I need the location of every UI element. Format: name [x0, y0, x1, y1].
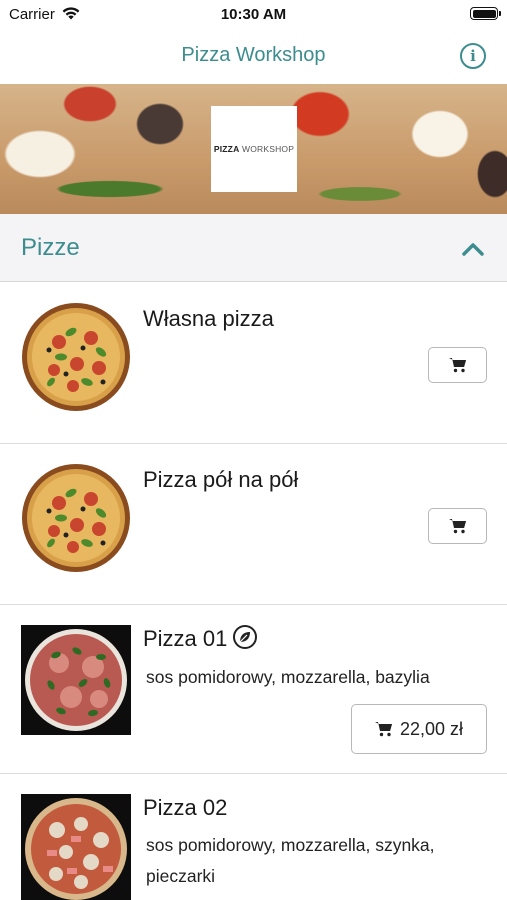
pizza-image — [21, 794, 131, 900]
category-title: Pizze — [21, 234, 80, 261]
product-item[interactable]: Pizza 01 sos pomidorowy, mozzarella, baz… — [0, 605, 507, 774]
category-header-pizze[interactable]: Pizze — [0, 214, 507, 282]
hero-banner: PIZZA WORKSHOP — [0, 84, 507, 214]
product-price: 22,00 zł — [399, 718, 464, 739]
pizza-image — [22, 303, 130, 411]
pizza-image — [21, 625, 131, 735]
product-item[interactable]: Pizza pół na pół — [0, 444, 507, 605]
brand-logo: PIZZA WORKSHOP — [211, 106, 297, 192]
product-item[interactable]: Pizza 02 sos pomidorowy, mozzarella, szy… — [0, 774, 507, 900]
chevron-up-icon[interactable] — [462, 242, 484, 256]
product-item[interactable]: Własna pizza — [0, 283, 507, 444]
battery-icon — [470, 7, 501, 20]
clock: 10:30 AM — [220, 6, 287, 23]
cart-icon — [374, 722, 392, 737]
add-to-cart-button[interactable]: 22,00 zł — [351, 704, 487, 754]
cart-icon — [448, 519, 466, 534]
cart-icon — [448, 358, 466, 373]
info-circle-icon[interactable]: i — [460, 43, 486, 69]
product-name: Pizza 01 — [143, 625, 258, 652]
product-name: Pizza pół na pół — [143, 467, 299, 492]
add-to-cart-button[interactable] — [428, 508, 487, 544]
product-description: sos pomidorowy, mozzarella, bazylia — [146, 667, 430, 687]
navigation-bar: Pizza Workshop i — [0, 30, 507, 84]
product-name: Pizza 02 — [143, 795, 228, 820]
leaf-icon — [233, 625, 258, 650]
page-title: Pizza Workshop — [181, 44, 326, 66]
status-bar: Carrier 10:30 AM — [0, 0, 507, 30]
product-description: sos pomidorowy, mozzarella, szynka, piec… — [146, 835, 435, 886]
pizza-image — [22, 464, 130, 572]
product-name: Własna pizza — [143, 306, 274, 331]
add-to-cart-button[interactable] — [428, 347, 487, 383]
